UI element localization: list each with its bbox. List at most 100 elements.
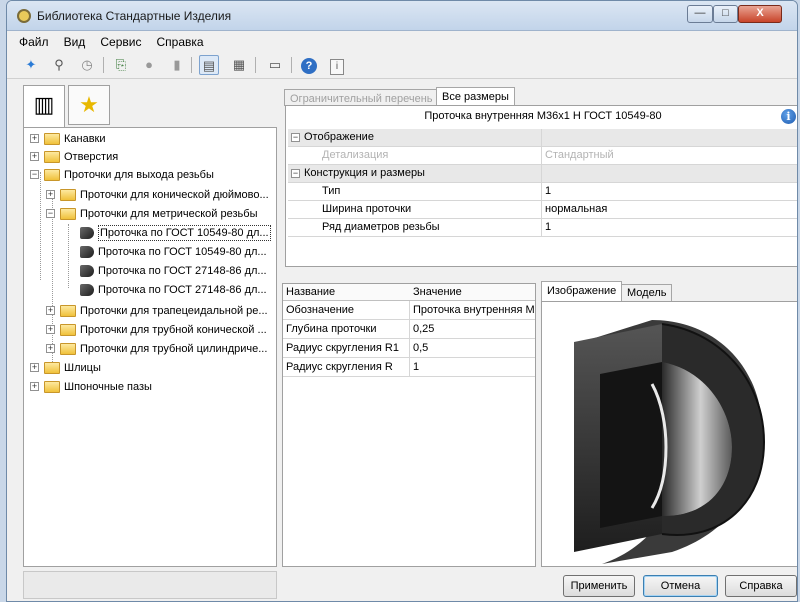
property-row[interactable]: Детализация Стандартный	[288, 147, 797, 165]
folder-icon	[60, 343, 76, 355]
view-panel-icon[interactable]: ▭	[265, 55, 285, 75]
export-icon[interactable]: ⎘	[111, 55, 131, 75]
property-value: 1	[545, 185, 552, 197]
expand-icon[interactable]: +	[46, 325, 55, 334]
param-value: 1	[413, 361, 420, 373]
expand-icon[interactable]: +	[46, 190, 55, 199]
property-row[interactable]: Ширина проточки нормальная	[288, 201, 797, 219]
collapse-icon[interactable]: −	[291, 169, 300, 178]
column-divider	[541, 147, 542, 165]
column-header-value[interactable]: Значение	[413, 286, 462, 298]
cancel-button[interactable]: Отмена	[643, 575, 718, 597]
folder-icon	[44, 381, 60, 393]
expand-icon[interactable]: +	[30, 382, 39, 391]
folder-open-icon	[60, 208, 76, 220]
tab-image[interactable]: Изображение	[541, 281, 623, 302]
menu-service[interactable]: Сервис	[94, 33, 147, 51]
dialog-buttons: Применить Отмена Справка	[7, 569, 797, 601]
tree-node-label: Проточки для трубной цилиндриче...	[80, 343, 268, 355]
toolbar-separator	[291, 57, 292, 73]
menu-view[interactable]: Вид	[58, 33, 92, 51]
binoculars-icon[interactable]: ⚲	[49, 55, 69, 75]
app-window: Библиотека Стандартные Изделия — □ X Фай…	[6, 0, 798, 602]
tree-node-label: Проточка по ГОСТ 27148-86 дл...	[98, 284, 267, 296]
property-category[interactable]: − Конструкция и размеры	[288, 165, 797, 183]
expand-icon[interactable]: +	[30, 152, 39, 161]
property-key: Детализация	[322, 149, 389, 161]
property-key: Тип	[322, 185, 341, 197]
3d-part-preview	[574, 320, 766, 564]
library-tree: + Канавки + Отверстия − Проточки для вых…	[23, 127, 277, 567]
sphere-icon[interactable]: ●	[139, 55, 159, 75]
view-list-icon[interactable]: ▤	[199, 55, 219, 75]
param-name: Обозначение	[286, 304, 355, 316]
minimize-button[interactable]: —	[687, 5, 713, 23]
favorites-star-icon[interactable]: ★	[68, 85, 110, 125]
toolbar-separator	[103, 57, 104, 73]
tree-node-label: Проточки для конической дюймово...	[80, 189, 269, 201]
part-icon	[80, 284, 94, 296]
table-row[interactable]: Радиус скругления R1 0,5	[283, 339, 535, 358]
menu-bar: Файл Вид Сервис Справка	[7, 33, 797, 51]
property-row[interactable]: Тип 1	[288, 183, 797, 201]
collapse-icon[interactable]: −	[291, 133, 300, 142]
info-icon[interactable]: i	[781, 109, 796, 124]
toolbar-separator	[191, 57, 192, 73]
preview-panel	[541, 301, 797, 567]
properties-grid: Проточка внутренняя М36x1 Н ГОСТ 10549-8…	[285, 105, 797, 267]
collapse-icon[interactable]: −	[30, 170, 39, 179]
property-category[interactable]: − Отображение	[288, 129, 797, 147]
expand-icon[interactable]: +	[46, 344, 55, 353]
close-button[interactable]: X	[738, 5, 782, 23]
tree-node-label: Шлицы	[64, 362, 101, 374]
tree-node-label: Проточки для метрической резьбы	[80, 208, 258, 220]
part-icon	[80, 227, 94, 239]
property-row[interactable]: Ряд диаметров резьбы 1	[288, 219, 797, 237]
folder-open-icon	[44, 169, 60, 181]
left-panel-tabs: ▥ ★	[23, 85, 113, 127]
help-icon[interactable]: ?	[299, 55, 319, 75]
folder-icon	[60, 305, 76, 317]
apply-button[interactable]: Применить	[563, 575, 635, 597]
tab-all-sizes[interactable]: Все размеры	[436, 87, 515, 106]
column-divider	[541, 183, 542, 201]
collapse-icon[interactable]: −	[46, 209, 55, 218]
menu-help[interactable]: Справка	[151, 33, 210, 51]
menu-file[interactable]: Файл	[13, 33, 55, 51]
maximize-button[interactable]: □	[713, 5, 738, 23]
table-row[interactable]: Глубина проточки 0,25	[283, 320, 535, 339]
tab-model[interactable]: Модель	[621, 284, 673, 301]
column-divider	[541, 129, 542, 147]
tab-restriction-list[interactable]: Ограничительный перечень	[284, 89, 439, 106]
pin-icon[interactable]: ✦	[21, 55, 41, 75]
expand-icon[interactable]: +	[46, 306, 55, 315]
param-value: 0,5	[413, 342, 429, 354]
tree-line	[68, 224, 69, 288]
property-value: нормальная	[545, 203, 608, 215]
column-divider	[541, 165, 542, 183]
properties-tabs: Ограничительный перечень Все размеры	[282, 87, 797, 106]
gallery-icon[interactable]: ▮	[167, 55, 187, 75]
table-row[interactable]: Радиус скругления R 1	[283, 358, 535, 377]
expand-icon[interactable]: +	[30, 363, 39, 372]
catalog-icon[interactable]: ▥	[23, 85, 65, 127]
part-icon	[80, 265, 94, 277]
part-icon	[80, 246, 94, 258]
clock-icon[interactable]: ◷	[77, 55, 97, 75]
help-button[interactable]: Справка	[725, 575, 797, 597]
view-table-icon[interactable]: ▦	[229, 55, 249, 75]
property-key: Ширина проточки	[322, 203, 412, 215]
property-key: Ряд диаметров резьбы	[322, 221, 440, 233]
tree-line	[40, 172, 41, 280]
column-header-name[interactable]: Название	[286, 286, 335, 298]
tree-node-label: Проточки для трапецеидальной ре...	[80, 305, 268, 317]
folder-icon	[44, 362, 60, 374]
tree-node-label: Проточки для выхода резьбы	[64, 169, 214, 181]
property-key: Конструкция и размеры	[304, 167, 425, 179]
table-row[interactable]: Обозначение Проточка внутренняя М	[283, 301, 535, 320]
toolbar-separator	[255, 57, 256, 73]
expand-icon[interactable]: +	[30, 134, 39, 143]
tree-node-label: Проточка по ГОСТ 10549-80 дл...	[98, 246, 267, 258]
preview-tabs: Изображение Модель	[541, 281, 797, 302]
info-icon[interactable]: i	[327, 55, 347, 75]
